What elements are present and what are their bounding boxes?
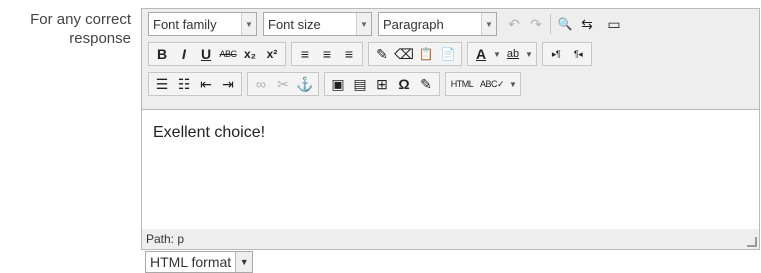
format-select[interactable]: HTML format ▼ [145, 251, 254, 273]
align-right-icon[interactable]: ≡ [339, 44, 359, 64]
table-icon[interactable]: ⊞ [372, 74, 392, 94]
ltr-icon[interactable]: ▸¶ [546, 44, 566, 64]
unlink-icon[interactable]: ✂ [273, 74, 293, 94]
font-family-value: Font family [153, 16, 217, 32]
underline-icon[interactable]: U [196, 44, 216, 64]
chevron-down-icon[interactable]: ▼ [508, 80, 518, 89]
html-source-icon[interactable]: HTML [449, 74, 475, 94]
numbered-list-icon[interactable]: ☷ [174, 74, 194, 94]
format-select-value: HTML format [150, 254, 232, 270]
toolbar-row-1: Font family ▼ Font size ▼ Paragraph ▼ ↶ … [148, 12, 625, 36]
toolbar-row-2: B I U ABC x₂ x² ≡ ≡ ≡ ✎ ⌫ 📋 📄 A ▼ ab ▼ ▸… [148, 42, 597, 66]
block-format-select[interactable]: Paragraph ▼ [378, 12, 497, 36]
italic-icon[interactable]: I [174, 44, 194, 64]
field-label: For any correct response [30, 10, 131, 48]
insert-group: ▣ ▤ ⊞ Ω ✎ [324, 72, 440, 96]
clean-format-icon[interactable]: ✎ [372, 44, 392, 64]
align-center-icon[interactable]: ≡ [317, 44, 337, 64]
backcolor-icon[interactable]: ab [503, 44, 523, 64]
field-label-line2: response [69, 30, 131, 47]
link-icon[interactable]: ∞ [251, 74, 271, 94]
subscript-icon[interactable]: x₂ [240, 44, 260, 64]
paste-text-icon[interactable]: 📋 [416, 44, 436, 64]
replace-icon[interactable]: ⇆ [577, 14, 597, 34]
forecolor-icon[interactable]: A [471, 44, 491, 64]
superscript-icon[interactable]: x² [262, 44, 282, 64]
resize-handle-icon[interactable] [747, 237, 757, 247]
align-left-icon[interactable]: ≡ [295, 44, 315, 64]
find-icon[interactable]: 🔍 [555, 14, 575, 34]
color-group: A ▼ ab ▼ [467, 42, 537, 66]
bold-icon[interactable]: B [152, 44, 172, 64]
redo-icon[interactable]: ↷ [526, 14, 546, 34]
indent-icon[interactable]: ⇥ [218, 74, 238, 94]
fullscreen-icon[interactable]: ▭ [604, 14, 624, 34]
font-family-select[interactable]: Font family ▼ [148, 12, 257, 36]
chevron-down-icon[interactable]: ▼ [524, 50, 534, 59]
paste-word-icon[interactable]: 📄 [438, 44, 458, 64]
direction-group: ▸¶ ¶◂ [542, 42, 592, 66]
font-size-value: Font size [268, 16, 321, 32]
list-group: ☰ ☷ ⇤ ⇥ [148, 72, 242, 96]
anchor-icon[interactable]: ⚓ [295, 74, 315, 94]
block-format-value: Paragraph [383, 16, 444, 32]
toolbar-divider [550, 14, 551, 34]
toolbar-row-3: ☰ ☷ ⇤ ⇥ ∞ ✂ ⚓ ▣ ▤ ⊞ Ω ✎ HTML ABC✓ ▼ [148, 72, 526, 96]
editor-content-area[interactable]: Exellent choice! [142, 109, 759, 235]
edit-icon[interactable]: ✎ [416, 74, 436, 94]
strikethrough-icon[interactable]: ABC [218, 44, 238, 64]
omega-icon[interactable]: Ω [394, 74, 414, 94]
font-size-select[interactable]: Font size ▼ [263, 12, 372, 36]
image-icon[interactable]: ▣ [328, 74, 348, 94]
outdent-icon[interactable]: ⇤ [196, 74, 216, 94]
editor-statusbar: Path: p [142, 229, 759, 249]
rich-text-editor: Font family ▼ Font size ▼ Paragraph ▼ ↶ … [141, 8, 760, 250]
text-style-group: B I U ABC x₂ x² [148, 42, 286, 66]
chevron-down-icon: ▼ [235, 252, 253, 272]
element-path: Path: p [146, 232, 185, 246]
undo-icon[interactable]: ↶ [504, 14, 524, 34]
chevron-down-icon: ▼ [241, 13, 256, 35]
clipboard-group: ✎ ⌫ 📋 📄 [368, 42, 462, 66]
chevron-down-icon: ▼ [356, 13, 371, 35]
chevron-down-icon: ▼ [481, 13, 496, 35]
spellcheck-icon[interactable]: ABC✓ [477, 74, 507, 94]
eraser-icon[interactable]: ⌫ [394, 44, 414, 64]
chevron-down-icon[interactable]: ▼ [492, 50, 502, 59]
field-label-line1: For any correct [30, 11, 131, 28]
source-group: HTML ABC✓ ▼ [445, 72, 521, 96]
rtl-icon[interactable]: ¶◂ [568, 44, 588, 64]
editor-content-text: Exellent choice! [153, 124, 266, 141]
align-group: ≡ ≡ ≡ [291, 42, 363, 66]
media-icon[interactable]: ▤ [350, 74, 370, 94]
editor-toolbar: Font family ▼ Font size ▼ Paragraph ▼ ↶ … [142, 9, 759, 104]
link-group: ∞ ✂ ⚓ [247, 72, 319, 96]
bullet-list-icon[interactable]: ☰ [152, 74, 172, 94]
